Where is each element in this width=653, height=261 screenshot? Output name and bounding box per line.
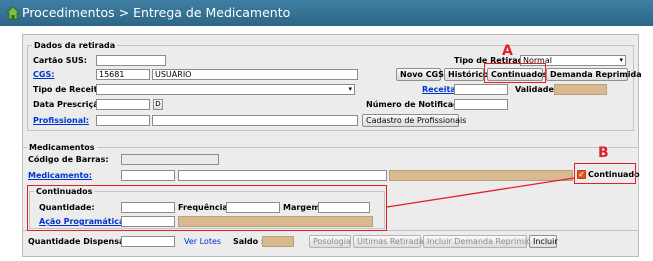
codigo-barras-input[interactable] [121,154,219,165]
codigo-barras-label: Código de Barras: [28,155,109,164]
highlight-box-a [484,63,546,83]
ver-lotes-link[interactable]: Ver Lotes [184,236,221,248]
medicamento-name-input[interactable] [178,170,387,181]
title-bar: Procedimentos > Entrega de Medicamento [0,0,653,26]
num-notificacao-input[interactable] [454,99,508,110]
incluir-demanda-button[interactable]: Incluir Demanda Reprimida [423,235,536,248]
chevron-down-icon: ▾ [348,85,352,93]
retirada-legend: Dados da retirada [34,41,116,50]
cgs-name-input[interactable] [152,69,358,80]
qtd-dispensada-input[interactable] [121,236,175,247]
novo-cgs-button[interactable]: Novo CGS [396,68,444,81]
medicamento-code-input[interactable] [121,170,175,181]
cgs-code-input[interactable] [96,69,150,80]
cartao-sus-input[interactable] [96,55,166,66]
profissional-name-input[interactable] [152,115,358,126]
incluir-button[interactable]: Incluir [529,235,558,248]
medicamentos-legend: Medicamentos [29,143,95,152]
cgs-link[interactable]: CGS: [33,69,54,81]
highlight-box-b [574,163,636,184]
chevron-down-icon: ▾ [619,56,623,64]
medicamento-link[interactable]: Medicamento: [28,170,92,182]
medicamento-extra-field [389,170,573,181]
validade-label: Validade: [515,85,558,94]
receita-input[interactable] [454,84,508,95]
profissional-link[interactable]: Profissional: [33,115,89,127]
cadastro-profissionais-button[interactable]: Cadastro de Profissionais [362,114,466,127]
annotation-a: A [502,43,513,59]
validade-input [554,84,607,95]
ultimas-retiradas-button[interactable]: Últimas Retiradas [353,235,428,248]
cartao-sus-label: Cartão SUS: [33,56,87,65]
data-prescricao-input[interactable] [96,99,150,110]
window-title: Procedimentos > Entrega de Medicamento [22,5,291,20]
calendar-button[interactable]: D [153,99,163,110]
historico-button[interactable]: Histórico [444,68,488,81]
posologia-button[interactable]: Posologia [309,235,351,248]
saldo-field [262,236,294,247]
profissional-code-input[interactable] [96,115,150,126]
home-icon[interactable] [6,6,20,20]
demanda-reprimida-button[interactable]: Demanda Reprimida [546,68,642,81]
tipo-receita-select[interactable]: ▾ [96,84,355,95]
saldo-label: Saldo : [233,237,265,246]
annotation-b: B [598,145,609,161]
highlight-box-continuados [27,185,387,231]
